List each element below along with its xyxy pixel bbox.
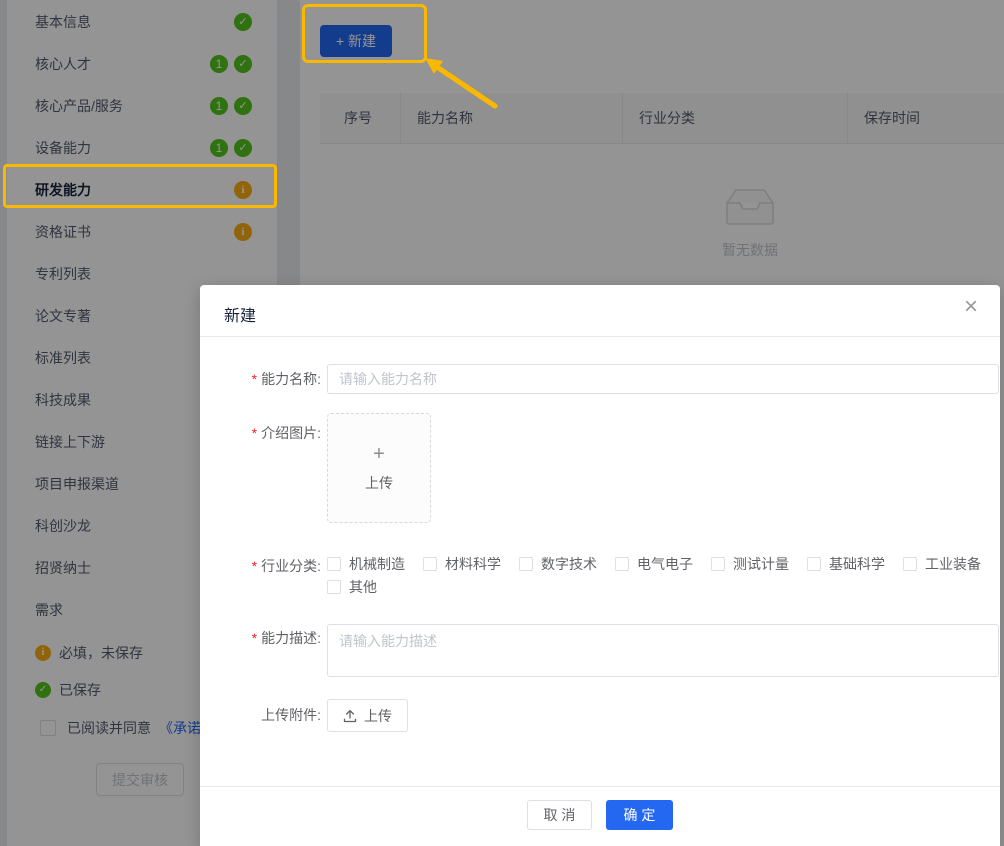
upload-button-label: 上传 [364,706,392,726]
image-upload-tile[interactable]: + 上传 [327,413,431,523]
new-capability-modal: 新建 × *能力名称: *介绍图片: + 上传 *行业分类: 机械制造 材料科学 数… [200,285,1000,846]
option-label: 工业装备 [925,556,981,572]
field-label: *能力名称: [224,364,321,394]
industry-option[interactable]: 测试计量 [711,556,789,572]
capability-name-input[interactable] [327,364,999,394]
attachment-upload-button[interactable]: 上传 [327,699,408,732]
checkbox[interactable] [519,557,533,571]
checkbox[interactable] [903,557,917,571]
checkbox[interactable] [423,557,437,571]
modal-title: 新建 [224,302,256,326]
required-mark: * [252,558,257,574]
confirm-button[interactable]: 确 定 [606,800,673,830]
industry-option[interactable]: 机械制造 [327,556,405,572]
industry-option[interactable]: 其他 [327,579,377,595]
field-label: *能力描述: [224,630,321,646]
required-mark: * [252,371,257,387]
modal-footer-divider [200,786,1000,787]
option-label: 数字技术 [541,556,597,572]
checkbox[interactable] [615,557,629,571]
option-label: 其他 [349,579,377,595]
option-label: 测试计量 [733,556,789,572]
checkbox[interactable] [327,580,341,594]
checkbox[interactable] [807,557,821,571]
page: 基本信息✓核心人才1✓核心产品/服务1✓设备能力1✓研发能力i资格证书i专利列表… [0,0,1004,846]
industry-options: 机械制造 材料科学 数字技术 电气电子 测试计量 基础科学 工业装备其他 [327,556,1004,595]
checkbox[interactable] [711,557,725,571]
close-icon[interactable]: × [964,295,978,319]
field-label: *行业分类: [224,558,321,574]
industry-option[interactable]: 工业装备 [903,556,981,572]
description-textarea[interactable] [327,624,999,677]
upload-icon [343,709,357,723]
option-label: 基础科学 [829,556,885,572]
industry-option[interactable]: 材料科学 [423,556,501,572]
field-label: *介绍图片: [224,425,321,441]
required-mark: * [252,630,257,646]
upload-label: 上传 [365,473,393,493]
plus-icon: + [373,444,385,464]
industry-option[interactable]: 数字技术 [519,556,597,572]
cancel-button[interactable]: 取 消 [527,800,592,830]
modal-header: 新建 × [200,285,1000,337]
industry-option[interactable]: 电气电子 [615,556,693,572]
required-mark: * [252,425,257,441]
option-label: 材料科学 [445,556,501,572]
checkbox[interactable] [327,557,341,571]
option-label: 电气电子 [637,556,693,572]
option-label: 机械制造 [349,556,405,572]
field-label: 上传附件: [224,699,321,732]
industry-option[interactable]: 基础科学 [807,556,885,572]
